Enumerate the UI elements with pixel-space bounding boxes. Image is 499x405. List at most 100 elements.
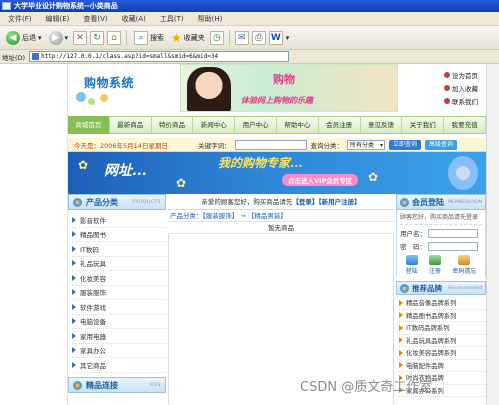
chevron-down-icon[interactable]: ▾ (65, 34, 69, 42)
arrow-right-icon (72, 231, 76, 238)
menu-file[interactable]: 文件(F) (8, 14, 32, 24)
nav-about[interactable]: 关于我们 (402, 116, 445, 134)
category-select[interactable]: 所有分类 (347, 139, 385, 150)
category-item[interactable]: 化妆美容 (72, 271, 166, 286)
category-item[interactable]: 家具办公 (72, 344, 166, 358)
category-label: 精品图书 (80, 231, 106, 240)
browser-toolbar: ◀ 后退 ▾ ▶ ▾ ✕ ↻ ⌂ ⌕ 搜索 ★ 收藏夹 ◷ ✉ ⎙ W ▾ (0, 26, 499, 50)
arrow-right-icon (72, 361, 76, 368)
promo-banner[interactable]: ✿ ✿ ✿ 网址... 我的购物专家... 点击进入VIP会员专区 (68, 152, 486, 194)
category-item[interactable]: 影音软件 (72, 213, 166, 228)
promo-text-url: 网址... (104, 163, 147, 179)
brand-item[interactable]: 精品音像品牌系列 (399, 297, 486, 310)
products-box-header: 产品分类 PRODUCTS (68, 194, 166, 210)
stop-icon[interactable]: ✕ (73, 30, 88, 45)
password-input[interactable] (428, 241, 478, 251)
nav-feedback[interactable]: 意见反馈 (361, 116, 403, 134)
arrow-right-icon (72, 274, 76, 281)
arrow-right-icon (399, 349, 403, 356)
register-button[interactable]: 注册 (428, 255, 441, 275)
favorites-button[interactable]: ★ 收藏夹 (169, 29, 207, 47)
brand-item[interactable]: 电脑配件品牌 (399, 360, 486, 372)
login-link[interactable]: 【登录】 (292, 198, 318, 206)
nav-register[interactable]: 会员注册 (319, 116, 361, 134)
header-banner: 购物 体验网上购物的乐趣 (180, 64, 398, 112)
refresh-icon[interactable]: ↻ (90, 30, 105, 45)
welcome-message: 亲爱的顾客您好，购买商品请先【登录】【新用户注册】 (168, 194, 394, 210)
arrow-right-icon (399, 299, 403, 306)
chevron-down-icon[interactable]: ▾ (38, 34, 42, 42)
category-item[interactable]: 礼品玩具 (72, 257, 166, 271)
forward-button[interactable]: ▶ ▾ (47, 29, 71, 47)
mail-icon[interactable]: ✉ (234, 30, 249, 45)
nav-new-products[interactable]: 最新商品 (110, 116, 152, 134)
member-actions: 登陆 注册 密码遗忘 (400, 255, 482, 275)
address-url: http://127.0.0.1/class.asp?id=small&smid… (41, 53, 219, 60)
promo-vip-link[interactable]: 点击进入VIP会员专区 (282, 174, 359, 186)
nav-user-center[interactable]: 用户中心 (235, 116, 277, 134)
back-button[interactable]: ◀ 后退 ▾ (4, 29, 44, 47)
search-icon: ⌕ (134, 30, 149, 45)
menu-edit[interactable]: 编辑(E) (46, 14, 70, 24)
register-link[interactable]: 【新用户注册】 (318, 198, 360, 206)
contact-link[interactable]: 联系我们 (444, 96, 486, 106)
menu-view[interactable]: 查看(V) (83, 14, 107, 24)
edit-word-icon[interactable]: W (268, 30, 283, 45)
welcome-text: 亲爱的顾客您好，购买商品请先 (201, 198, 293, 206)
brand-item[interactable]: 化妆美容品牌系列 (399, 347, 486, 360)
banner-model-image (187, 67, 231, 111)
keyword-input[interactable] (234, 139, 307, 150)
category-label: 化妆美容 (80, 274, 106, 283)
vertical-scrollbar[interactable] (486, 64, 499, 405)
history-icon[interactable]: ◷ (209, 30, 224, 45)
back-label: 后退 (22, 33, 36, 42)
flower-icon (73, 197, 82, 207)
search-button[interactable]: ⌕ 搜索 (132, 29, 166, 47)
category-item[interactable]: 电脑设备 (72, 315, 166, 329)
watermark: CSDN @质文奇工作室 (300, 380, 433, 395)
brand-item[interactable]: 精品图书品牌系列 (399, 310, 486, 322)
forgot-password-button[interactable]: 密码遗忘 (452, 255, 476, 275)
menu-tools[interactable]: 工具(T) (160, 14, 184, 24)
arrow-right-icon (399, 337, 403, 344)
nav-home[interactable]: 商城首页 (68, 116, 110, 134)
nav-recharge[interactable]: 我要充值 (444, 116, 486, 134)
member-message: 顾客您好，购买商品请先登录 (400, 212, 482, 225)
set-homepage-link[interactable]: 设为首页 (444, 70, 486, 80)
nav-special-offers[interactable]: 特价商品 (152, 116, 194, 134)
category-item[interactable]: IT数码 (72, 242, 166, 257)
site-logo[interactable]: 购物系统 (74, 68, 178, 112)
print-icon[interactable]: ⎙ (251, 30, 266, 45)
category-item[interactable]: 其它商品 (72, 358, 166, 373)
add-favorite-link[interactable]: 加入收藏 (444, 83, 486, 93)
menu-help[interactable]: 帮助(H) (198, 14, 223, 24)
search-now-button[interactable]: 立即查询 (389, 139, 422, 150)
username-label: 用户名： (400, 230, 426, 238)
window-title: 大学毕业设计购物系统--小类商品 (14, 2, 118, 10)
member-title: 会员登陆 (412, 197, 444, 207)
category-item[interactable]: 服装服饰 (72, 286, 166, 300)
quick-links: 设为首页 加入收藏 联系我们 (444, 70, 486, 106)
nav-help[interactable]: 帮助中心 (277, 116, 319, 134)
flower-icon: ✿ (78, 158, 89, 172)
username-input[interactable] (428, 228, 478, 238)
category-item[interactable]: 精品图书 (72, 228, 166, 242)
menu-favorites[interactable]: 收藏(A) (122, 14, 146, 24)
contact-dot-icon (444, 98, 450, 104)
advanced-search-button[interactable]: 高级查询 (425, 139, 458, 150)
category-item[interactable]: 家用电器 (72, 329, 166, 344)
category-item[interactable]: 软件游戏 (72, 300, 166, 315)
category-label: 其它商品 (80, 361, 106, 370)
nav-news[interactable]: 新闻中心 (193, 116, 236, 134)
brand-item[interactable]: IT数码品牌系列 (399, 322, 486, 335)
products-title-en: PRODUCTS (132, 199, 161, 205)
login-button[interactable]: 登陆 (405, 255, 418, 275)
arrow-right-icon (399, 312, 403, 319)
chevron-down-icon[interactable]: ▾ (286, 34, 290, 42)
brand-item[interactable]: 礼品玩具品牌系列 (399, 335, 486, 347)
search-label: 搜索 (150, 33, 165, 42)
address-input[interactable]: http://127.0.0.1/class.asp?id=small&smid… (29, 51, 290, 62)
main-content: 亲爱的顾客您好，购买商品请先【登录】【新用户注册】 产品分类：【服装服饰】 → … (168, 194, 394, 405)
forward-arrow-icon: ▶ (48, 30, 63, 45)
home-icon[interactable]: ⌂ (107, 30, 122, 45)
